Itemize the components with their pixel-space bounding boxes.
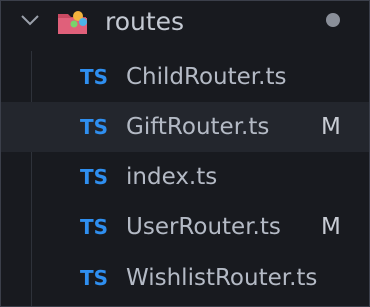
typescript-icon: TS	[80, 215, 109, 239]
folder-label: routes	[105, 7, 185, 36]
typescript-icon: TS	[80, 115, 109, 139]
git-status-badge: M	[321, 214, 341, 240]
typescript-icon: TS	[80, 65, 109, 89]
typescript-icon: TS	[80, 266, 109, 290]
changes-dot-icon	[326, 13, 340, 27]
file-name: WishlistRouter.ts	[126, 265, 318, 291]
file-item-userrouter[interactable]: TS UserRouter.ts M	[1, 202, 369, 252]
chevron-down-icon[interactable]	[19, 9, 41, 31]
file-item-wishlistrouter[interactable]: TS WishlistRouter.ts	[1, 253, 369, 303]
folder-routes[interactable]: routes	[1, 1, 369, 47]
file-item-giftrouter[interactable]: TS GiftRouter.ts M	[1, 102, 369, 152]
file-explorer: routes TS ChildRouter.ts TS GiftRouter.t…	[0, 0, 370, 307]
typescript-icon: TS	[80, 165, 109, 189]
file-item-childrouter[interactable]: TS ChildRouter.ts	[1, 52, 369, 102]
file-item-index[interactable]: TS index.ts	[1, 152, 369, 202]
file-name: UserRouter.ts	[126, 214, 281, 240]
file-name: ChildRouter.ts	[126, 64, 287, 90]
git-status-badge: M	[321, 114, 341, 140]
file-name: index.ts	[126, 164, 218, 190]
folder-routes-icon	[56, 8, 90, 38]
file-name: GiftRouter.ts	[126, 114, 270, 140]
